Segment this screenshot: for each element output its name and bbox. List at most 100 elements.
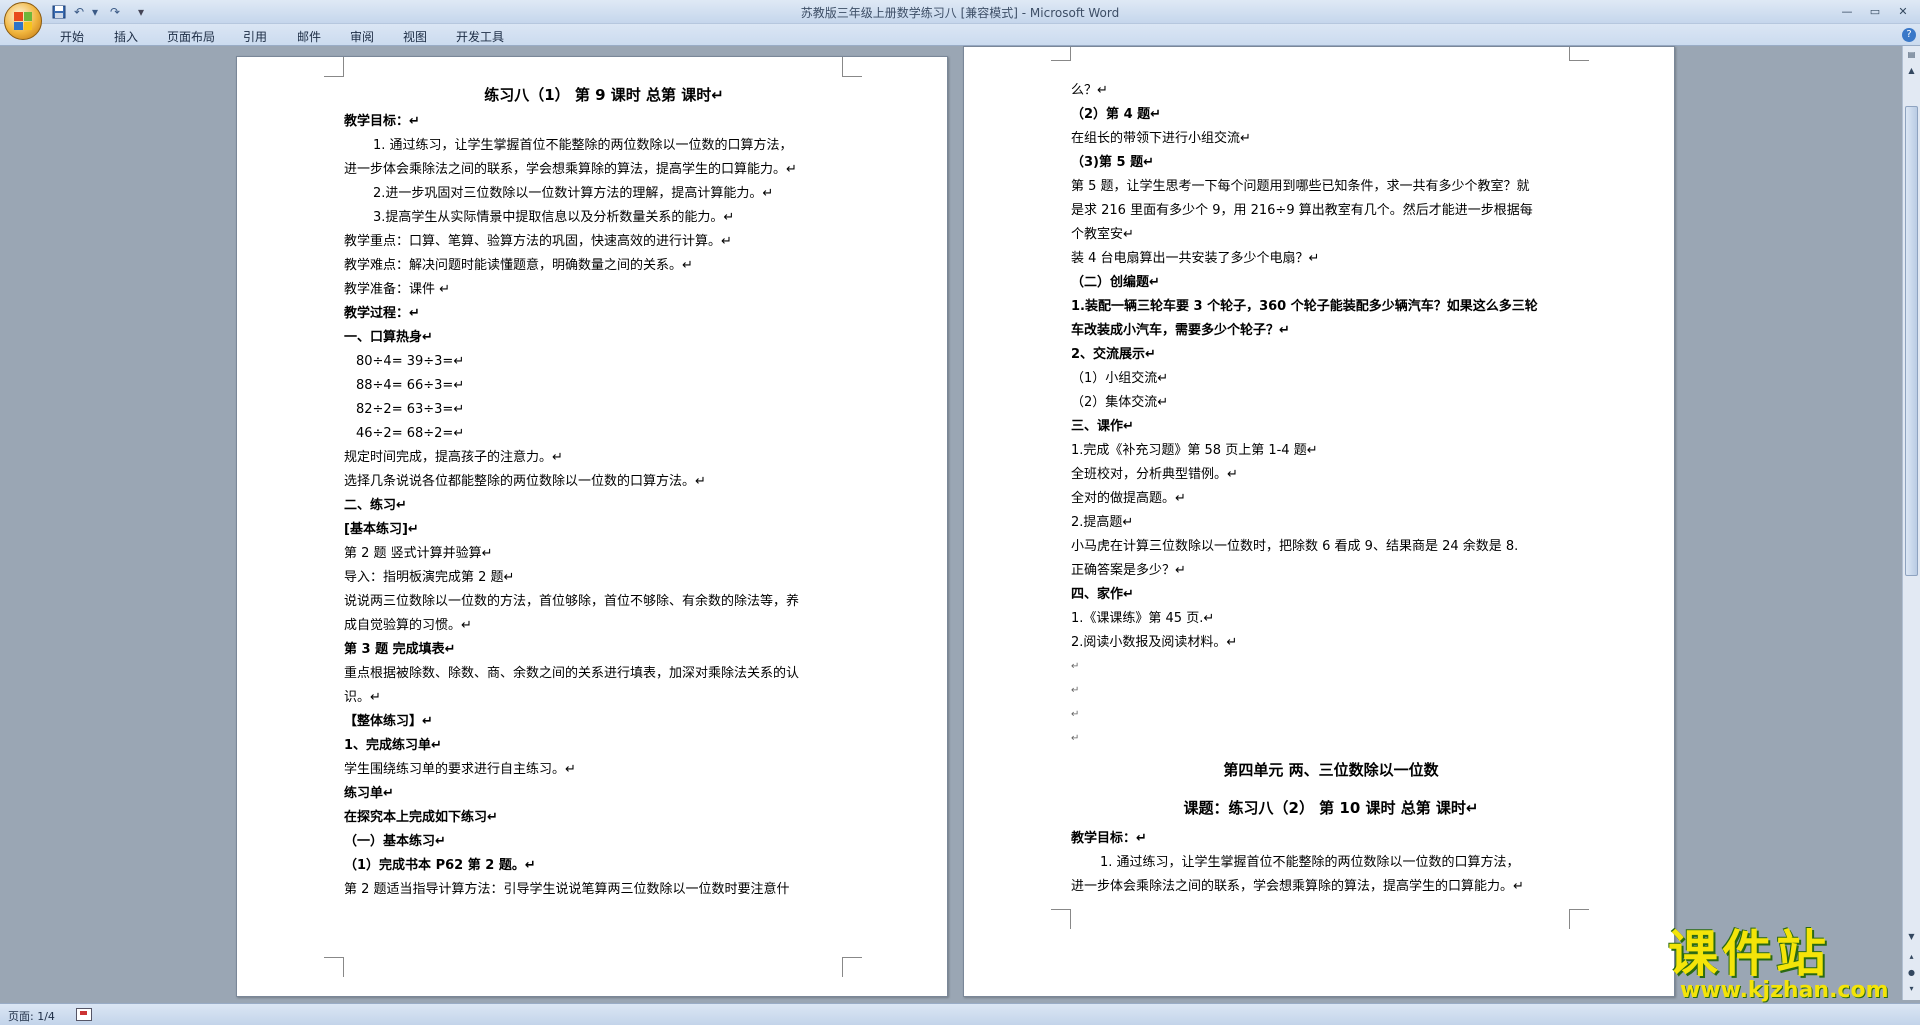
restore-button[interactable]: ▭: [1862, 2, 1888, 20]
paragraph: 练习单↵: [344, 786, 394, 801]
paragraph: 进一步体会乘除法之间的联系，学会想乘算除的算法，提高学生的口算能力。↵: [344, 162, 797, 177]
paragraph: 小马虎在计算三位数除以一位数时，把除数 6 看成 9、结果商是 24 余数是 8…: [1071, 539, 1519, 554]
paragraph: 选择几条说说各位都能整除的两位数除以一位数的口算方法。↵: [344, 474, 706, 489]
paragraph: 学生围绕练习单的要求进行自主练习。↵: [344, 762, 576, 777]
paragraph: 是求 216 里面有多少个 9，用 216÷9 算出教室有几个。然后才能进一步根…: [1071, 203, 1533, 218]
tab-page-layout[interactable]: 页面布局: [167, 28, 215, 45]
paragraph: 个教室安↵: [1071, 227, 1134, 242]
section-heading: （二）创编题↵: [1071, 275, 1160, 290]
office-button[interactable]: [4, 2, 42, 40]
tab-view[interactable]: 视图: [403, 28, 427, 45]
watermark-url: www.kjzhan.com: [1680, 978, 1889, 1003]
previous-page-icon[interactable]: ▴: [1905, 950, 1918, 963]
tab-developer[interactable]: 开发工具: [456, 28, 504, 45]
paragraph: 1、完成练习单↵: [344, 738, 442, 753]
section-heading: 四、家作↵: [1071, 587, 1134, 602]
status-bar: 页面: 1/4: [0, 1003, 1920, 1025]
minimize-button[interactable]: —: [1834, 2, 1860, 20]
page-count[interactable]: 页面: 1/4: [8, 1008, 55, 1024]
crop-mark: [1051, 909, 1071, 929]
paragraph: （1）完成书本 P62 第 2 题。↵: [344, 858, 536, 873]
paragraph: 说说两三位数除以一位数的方法，首位够除，首位不够除、有余数的除法等，养: [344, 594, 800, 609]
tab-insert[interactable]: 插入: [114, 28, 138, 45]
paragraph: 教学目标：↵: [1071, 831, 1147, 846]
paragraph: 正确答案是多少？↵: [1071, 563, 1186, 578]
paragraph: 第 5 题，让学生思考一下每个问题用到哪些已知条件，求一共有多少个教室？就: [1071, 179, 1530, 194]
section-heading: 【整体练习】↵: [344, 714, 433, 729]
lesson-title: 课题：练习八（2） 第 10 课时 总第 课时↵: [1183, 799, 1479, 817]
ruler-toggle-icon[interactable]: ▤: [1905, 48, 1918, 61]
tab-mailings[interactable]: 邮件: [297, 28, 321, 45]
paragraph: 教学目标：↵: [344, 114, 420, 129]
equation-line: 46÷2= 68÷2=↵: [356, 426, 465, 441]
paragraph: 第 3 题 完成填表↵: [344, 642, 456, 657]
unit-heading: 第四单元 两、三位数除以一位数: [1223, 761, 1439, 779]
equation-line: 82÷2= 63÷3=↵: [356, 402, 465, 417]
office-logo-icon: [14, 12, 32, 30]
ribbon-tabs: 开始 插入 页面布局 引用 邮件 审阅 视图 开发工具 ?: [0, 24, 1920, 46]
section-heading: 一、口算热身↵: [344, 330, 433, 345]
title-bar: ↶ ▾ ↷ ▾ 苏教版三年级上册数学练习八 [兼容模式] - Microsoft…: [0, 0, 1920, 24]
watermark-logo: 课件站 www.kjzhan.com: [1668, 925, 1900, 1005]
crop-mark: [1569, 47, 1589, 61]
close-button[interactable]: ✕: [1890, 2, 1916, 20]
empty-paragraph-mark: ↵: [1071, 733, 1080, 744]
paragraph: 1.装配一辆三轮车要 3 个轮子，360 个轮子能装配多少辆汽车？如果这么多三轮: [1071, 299, 1538, 314]
scroll-up-icon[interactable]: ▲: [1905, 64, 1918, 77]
window-title: 苏教版三年级上册数学练习八 [兼容模式] - Microsoft Word: [800, 6, 1120, 20]
paragraph: [基本练习]↵: [344, 522, 419, 537]
paragraph: 教学过程：↵: [344, 306, 420, 321]
crop-mark: [1569, 909, 1589, 929]
section-heading: 2、交流展示↵: [1071, 347, 1156, 362]
paragraph: 教学准备：课件 ↵: [344, 282, 451, 297]
paragraph: 在探究本上完成如下练习↵: [344, 810, 498, 825]
crop-mark: [842, 957, 862, 977]
scroll-down-icon[interactable]: ▼: [1905, 930, 1918, 943]
proofing-icon[interactable]: [76, 1008, 92, 1021]
paragraph: 么？↵: [1071, 83, 1108, 98]
paragraph: 全对的做提高题。↵: [1071, 491, 1186, 506]
paragraph: 3.提高学生从实际情景中提取信息以及分析数量关系的能力。↵: [373, 210, 735, 225]
tab-review[interactable]: 审阅: [350, 28, 374, 45]
equation-line: 80÷4= 39÷3=↵: [356, 354, 465, 369]
section-heading: 三、课作↵: [1071, 419, 1134, 434]
next-page-icon[interactable]: ▾: [1905, 982, 1918, 995]
crop-mark: [842, 57, 862, 77]
section-heading: 二、练习↵: [344, 498, 407, 513]
paragraph: 成自觉验算的习惯。↵: [344, 618, 472, 633]
paragraph: 1. 通过练习，让学生掌握首位不能整除的两位数除以一位数的口算方法，: [1100, 855, 1520, 870]
paragraph: 装 4 台电扇算出一共安装了多少个电扇？↵: [1071, 251, 1320, 266]
paragraph: 第 2 题 竖式计算并验算↵: [344, 546, 493, 561]
paragraph: 车改装成小汽车，需要多少个轮子？↵: [1071, 323, 1290, 338]
crop-mark: [324, 957, 344, 977]
paragraph: 1.完成《补充习题》第 58 页上第 1-4 题↵: [1071, 443, 1318, 458]
scroll-thumb[interactable]: [1905, 106, 1918, 576]
paragraph: 在组长的带领下进行小组交流↵: [1071, 131, 1251, 146]
help-icon[interactable]: ?: [1902, 28, 1916, 42]
paragraph: （1）小组交流↵: [1071, 371, 1169, 386]
watermark-text: 课件站: [1668, 925, 1830, 983]
crop-mark: [324, 57, 344, 77]
paragraph: 识。↵: [344, 690, 381, 705]
paragraph: 2.进一步巩固对三位数除以一位数计算方法的理解，提高计算能力。↵: [373, 186, 774, 201]
paragraph: （一）基本练习↵: [344, 834, 446, 849]
paragraph: 规定时间完成，提高孩子的注意力。↵: [344, 450, 563, 465]
document-page-2[interactable]: 么？↵ （2）第 4 题↵ 在组长的带领下进行小组交流↵ （3)第 5 题↵ 第…: [963, 46, 1675, 997]
vertical-scrollbar[interactable]: ▤ ▲ ▼ ▴ ● ▾: [1902, 46, 1920, 1000]
paragraph: 1.《课课练》第 45 页.↵: [1071, 611, 1215, 626]
empty-paragraph-mark: ↵: [1071, 685, 1080, 696]
paragraph: 2.提高题↵: [1071, 515, 1134, 530]
crop-mark: [1051, 47, 1071, 61]
paragraph: （2）第 4 题↵: [1071, 107, 1162, 122]
browse-object-icon[interactable]: ●: [1905, 966, 1918, 979]
tab-references[interactable]: 引用: [243, 28, 267, 45]
paragraph: 进一步体会乘除法之间的联系，学会想乘算除的算法，提高学生的口算能力。↵: [1071, 879, 1524, 894]
paragraph: （3)第 5 题↵: [1071, 155, 1154, 170]
paragraph: 全班校对，分析典型错例。↵: [1071, 467, 1238, 482]
paragraph: 重点根据被除数、除数、商、余数之间的关系进行填表，加深对乘除法关系的认: [344, 666, 800, 681]
document-page-1[interactable]: 练习八（1） 第 9 课时 总第 课时↵ 教学目标：↵ 1. 通过练习，让学生掌…: [236, 56, 948, 997]
tab-home[interactable]: 开始: [60, 28, 84, 45]
paragraph: 教学难点：解决问题时能读懂题意，明确数量之间的关系。↵: [344, 258, 693, 273]
page-1-text: 练习八（1） 第 9 课时 总第 课时↵ 教学目标：↵ 1. 通过练习，让学生掌…: [344, 80, 864, 902]
empty-paragraph-mark: ↵: [1071, 709, 1080, 720]
